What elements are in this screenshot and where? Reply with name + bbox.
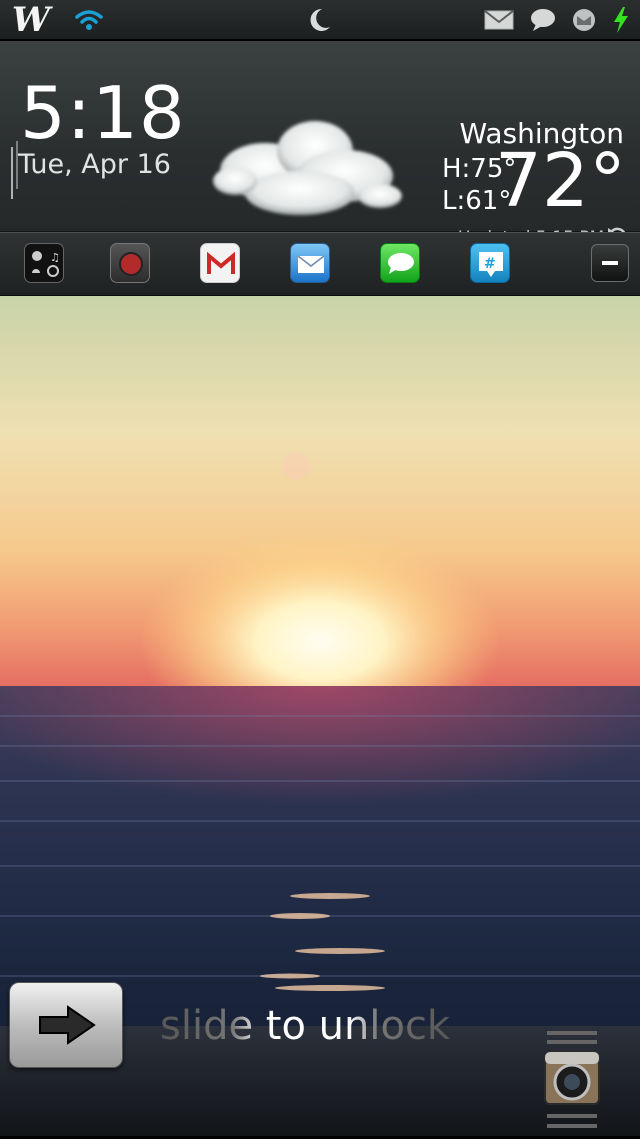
nationals-logo-icon: W	[11, 0, 51, 40]
clock-weather-widget[interactable]: 5:18 Tue, Apr 16 Washington H:75° L:61° …	[0, 41, 640, 248]
unlock-slider-knob[interactable]	[9, 982, 123, 1068]
charging-icon	[614, 6, 628, 33]
slide-to-unlock-label: slide to unlock	[160, 1003, 451, 1049]
toggles-app-icon[interactable]: ♫	[24, 243, 64, 283]
chat-icon	[531, 8, 555, 31]
app-dock: ♫ #	[0, 232, 640, 297]
svg-text:♫: ♫	[50, 251, 60, 264]
messages-app-icon[interactable]	[380, 243, 420, 283]
clock-time: 5:18	[20, 71, 186, 155]
gmail-app-icon[interactable]	[200, 243, 240, 283]
edge-handle	[11, 147, 13, 199]
camera-grabber[interactable]	[543, 1030, 601, 1134]
moon-icon	[310, 8, 330, 31]
minus-icon	[602, 261, 618, 265]
mail-app-icon[interactable]	[290, 243, 330, 283]
notification-icon	[573, 8, 595, 31]
collapse-dock-button[interactable]	[591, 244, 629, 282]
status-bar: W	[0, 0, 640, 40]
clock-date: Tue, Apr 16	[18, 149, 171, 180]
record-app-icon[interactable]	[110, 243, 150, 283]
arrow-right-icon	[39, 1005, 96, 1045]
groupme-app-icon[interactable]: #	[470, 243, 510, 283]
cloud-icon	[213, 121, 402, 215]
svg-text:#: #	[484, 256, 496, 272]
mail-icon	[484, 9, 514, 29]
camera-icon	[544, 1031, 600, 1128]
wifi-icon	[75, 9, 103, 30]
weather-temperature: 72°	[494, 138, 626, 224]
